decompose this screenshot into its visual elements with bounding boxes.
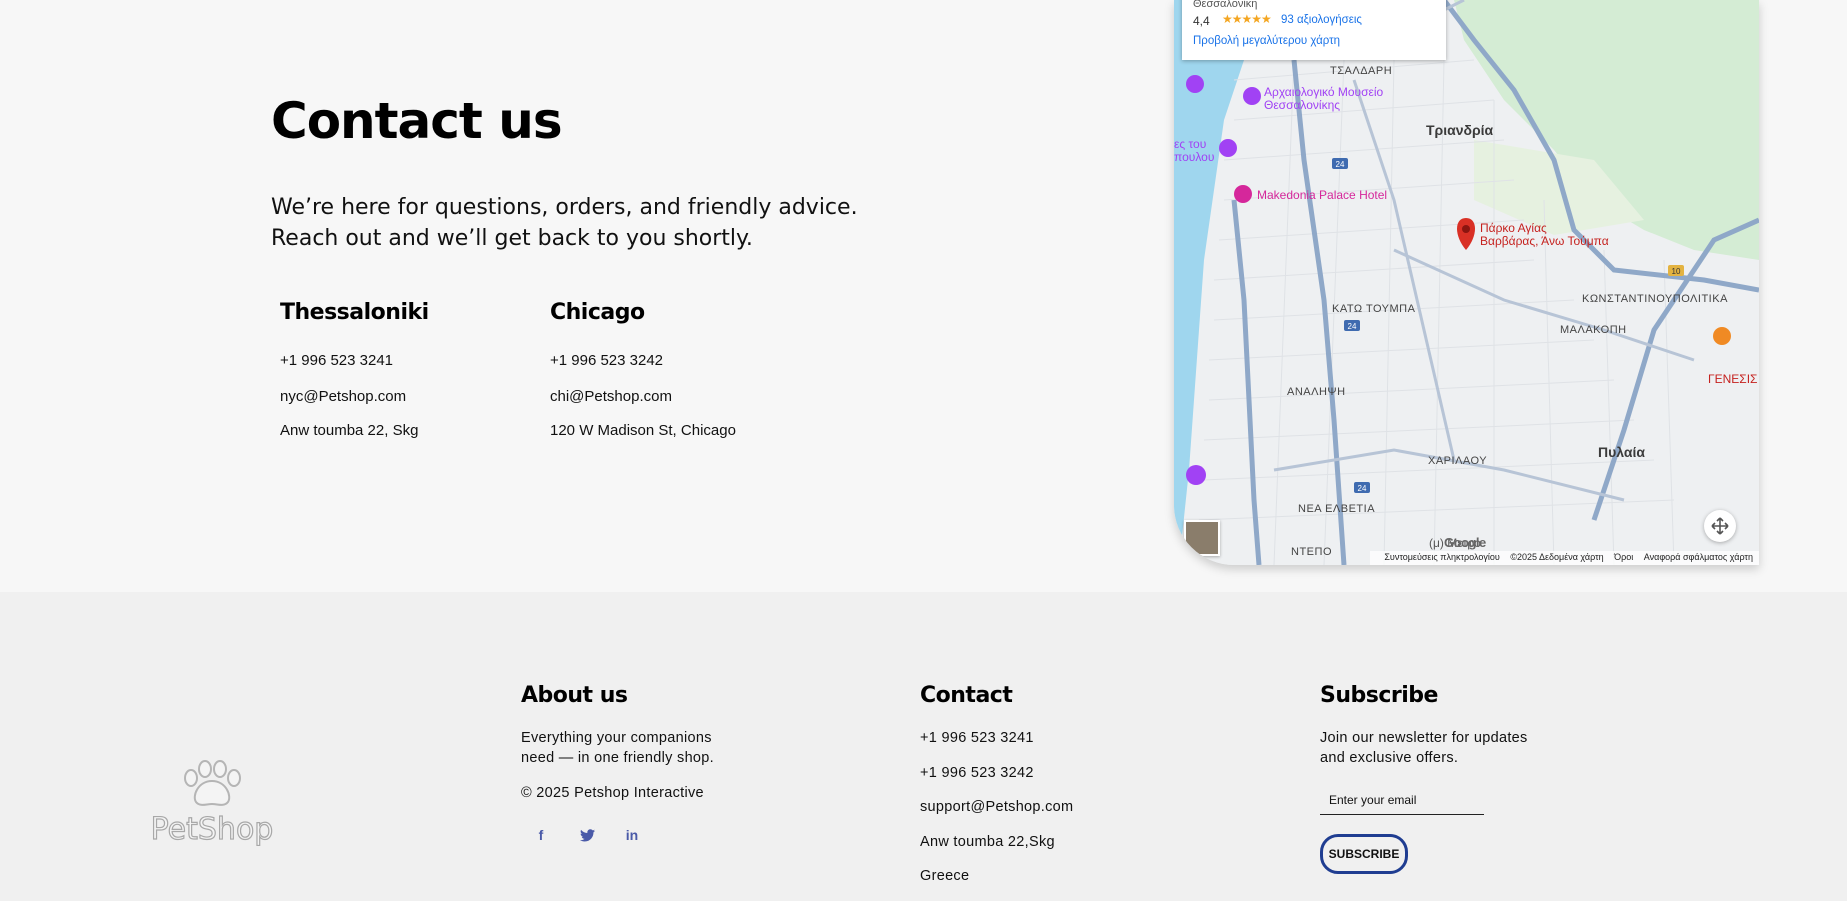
- terms-link[interactable]: Όροι: [1614, 552, 1633, 562]
- office-address: Anw toumba 22, Skg: [280, 422, 419, 439]
- contact-section: Contact us We’re here for questions, ord…: [0, 0, 1847, 592]
- rating-stars-icon: ★★★★★: [1222, 12, 1272, 26]
- linkedin-icon[interactable]: in: [621, 824, 643, 846]
- map-label-selected-place[interactable]: Πάρκο Αγίας Βαρβάρας, Άνω Τούμπα: [1480, 222, 1609, 248]
- footer-contact-heading: Contact: [920, 683, 1013, 708]
- footer-contact: Contact +1 996 523 3241 +1 996 523 3242 …: [920, 683, 1073, 884]
- footer-about-heading: About us: [521, 683, 628, 708]
- subscribe-line-2: and exclusive offers.: [1320, 750, 1459, 766]
- facebook-icon[interactable]: f: [530, 824, 552, 846]
- office-email[interactable]: chi@Petshop.com: [550, 388, 672, 405]
- office-city: Thessaloniki: [280, 300, 429, 325]
- footer-subscribe: Subscribe Join our newsletter for update…: [1320, 683, 1527, 766]
- embedded-map[interactable]: 24 24 24 10 Θεσσαλονίκη 4,4 ★★★★★ 93 αξι…: [1174, 0, 1759, 565]
- office-phone[interactable]: +1 996 523 3241: [280, 352, 393, 369]
- map-label-kato-toumpa: ΚΑΤΩ ΤΟΥΜΠΑ: [1332, 303, 1416, 315]
- place-rating: 4,4: [1193, 14, 1210, 28]
- map-label-nea-elvetia: ΝΕΑ ΕΛΒΕΤΙΑ: [1298, 503, 1376, 515]
- intro-line-2: Reach out and we’ll get back to you shor…: [271, 226, 753, 251]
- map-label-ntepo: ΝΤΕΠΟ: [1291, 546, 1332, 558]
- map-label-triandria: Τριανδρία: [1426, 122, 1494, 138]
- subscribe-line-1: Join our newsletter for updates: [1320, 730, 1528, 746]
- map-place-card: Θεσσαλονίκη 4,4 ★★★★★ 93 αξιολογήσεις Πρ…: [1182, 0, 1446, 60]
- newsletter-email-input[interactable]: [1320, 785, 1484, 815]
- map-label-left-edge: ες του πουλου: [1174, 138, 1214, 164]
- reviews-link[interactable]: 93 αξιολογήσεις: [1281, 14, 1362, 26]
- google-logo: Google: [1444, 535, 1486, 550]
- footer-country: Greece: [920, 868, 970, 884]
- about-line-2: need — in one friendly shop.: [521, 750, 714, 766]
- footer-about: About us Everything your companions need…: [521, 683, 714, 801]
- route-10-label: 10: [1672, 267, 1681, 276]
- footer-phone-1[interactable]: +1 996 523 3241: [920, 728, 1034, 748]
- map-data-text: ©2025 Δεδομένα χάρτη: [1510, 552, 1604, 562]
- page-title: Contact us: [271, 92, 563, 150]
- copyright-text: © 2025 Petshop Interactive: [521, 785, 704, 801]
- map-label-konstantinoupolitika: ΚΩΝΣΤΑΝΤΙΝΟΥΠΟΛΙΤΙΚΑ: [1582, 293, 1728, 305]
- footer-phone-2[interactable]: +1 996 523 3242: [920, 763, 1034, 783]
- map-label-analipsi: ΑΝΑΛΗΨΗ: [1287, 386, 1346, 398]
- office-thessaloniki: Thessaloniki +1 996 523 3241 nyc@Petshop…: [280, 300, 429, 439]
- route-24-label: 24: [1336, 160, 1345, 169]
- map-canvas[interactable]: 24 24 24 10: [1174, 0, 1759, 565]
- place-name-line-2: Βαρβάρας, Άνω Τούμπα: [1480, 234, 1609, 248]
- fullscreen-icon[interactable]: [1704, 510, 1736, 542]
- map-label-museum[interactable]: Αρχαιολογικό Μουσείο Θεσσαλονίκης: [1264, 86, 1383, 112]
- report-error-link[interactable]: Αναφορά σφάλματος χάρτη: [1644, 552, 1753, 562]
- map-label-hotel[interactable]: Makedonia Palace Hotel: [1257, 188, 1387, 202]
- museum-name-line-2: Θεσσαλονίκης: [1264, 98, 1341, 112]
- intro-line-1: We’re here for questions, orders, and fr…: [271, 195, 858, 220]
- view-larger-map-link[interactable]: Προβολή μεγαλύτερου χάρτη: [1193, 35, 1340, 47]
- office-phone[interactable]: +1 996 523 3242: [550, 352, 663, 369]
- map-label-genesis: ΓΕΝΕΣΙΣ: [1708, 372, 1758, 386]
- subscribe-button[interactable]: SUBSCRIBE: [1320, 834, 1408, 874]
- map-layer-toggle[interactable]: [1184, 520, 1220, 556]
- logo-text: PetShop: [151, 812, 274, 846]
- contact-intro: We’re here for questions, orders, and fr…: [271, 192, 891, 254]
- map-label-pylaia: Πυλαία: [1598, 444, 1645, 460]
- footer-email[interactable]: support@Petshop.com: [920, 797, 1073, 817]
- map-attribution: Συντομεύσεις πληκτρολογίου ©2025 Δεδομέν…: [1370, 551, 1759, 565]
- map-label-charilaou: ΧΑΡΙΛΑΟΥ: [1428, 455, 1488, 467]
- place-address: Θεσσαλονίκη: [1193, 0, 1258, 10]
- keyboard-shortcuts-link[interactable]: Συντομεύσεις πληκτρολογίου: [1384, 552, 1499, 562]
- map-label-tsaldari: ΤΣΑΛΔΑΡΗ: [1330, 65, 1393, 77]
- route-24-label: 24: [1348, 322, 1357, 331]
- office-city: Chicago: [550, 300, 645, 325]
- footer-subscribe-heading: Subscribe: [1320, 683, 1438, 708]
- left-edge-line-2: πουλου: [1174, 150, 1215, 164]
- petshop-logo[interactable]: PetShop: [150, 756, 274, 848]
- about-line-1: Everything your companions: [521, 730, 712, 746]
- office-chicago: Chicago +1 996 523 3242 chi@Petshop.com …: [550, 300, 736, 439]
- twitter-icon[interactable]: t: [576, 824, 598, 846]
- route-24-label: 24: [1358, 484, 1367, 493]
- footer-address: Anw toumba 22,Skg: [920, 834, 1055, 850]
- map-label-malakopi: ΜΑΛΑΚΟΠΗ: [1560, 324, 1627, 336]
- office-email[interactable]: nyc@Petshop.com: [280, 388, 406, 405]
- paw-icon: PetShop: [150, 760, 274, 848]
- office-address: 120 W Madison St, Chicago: [550, 422, 736, 439]
